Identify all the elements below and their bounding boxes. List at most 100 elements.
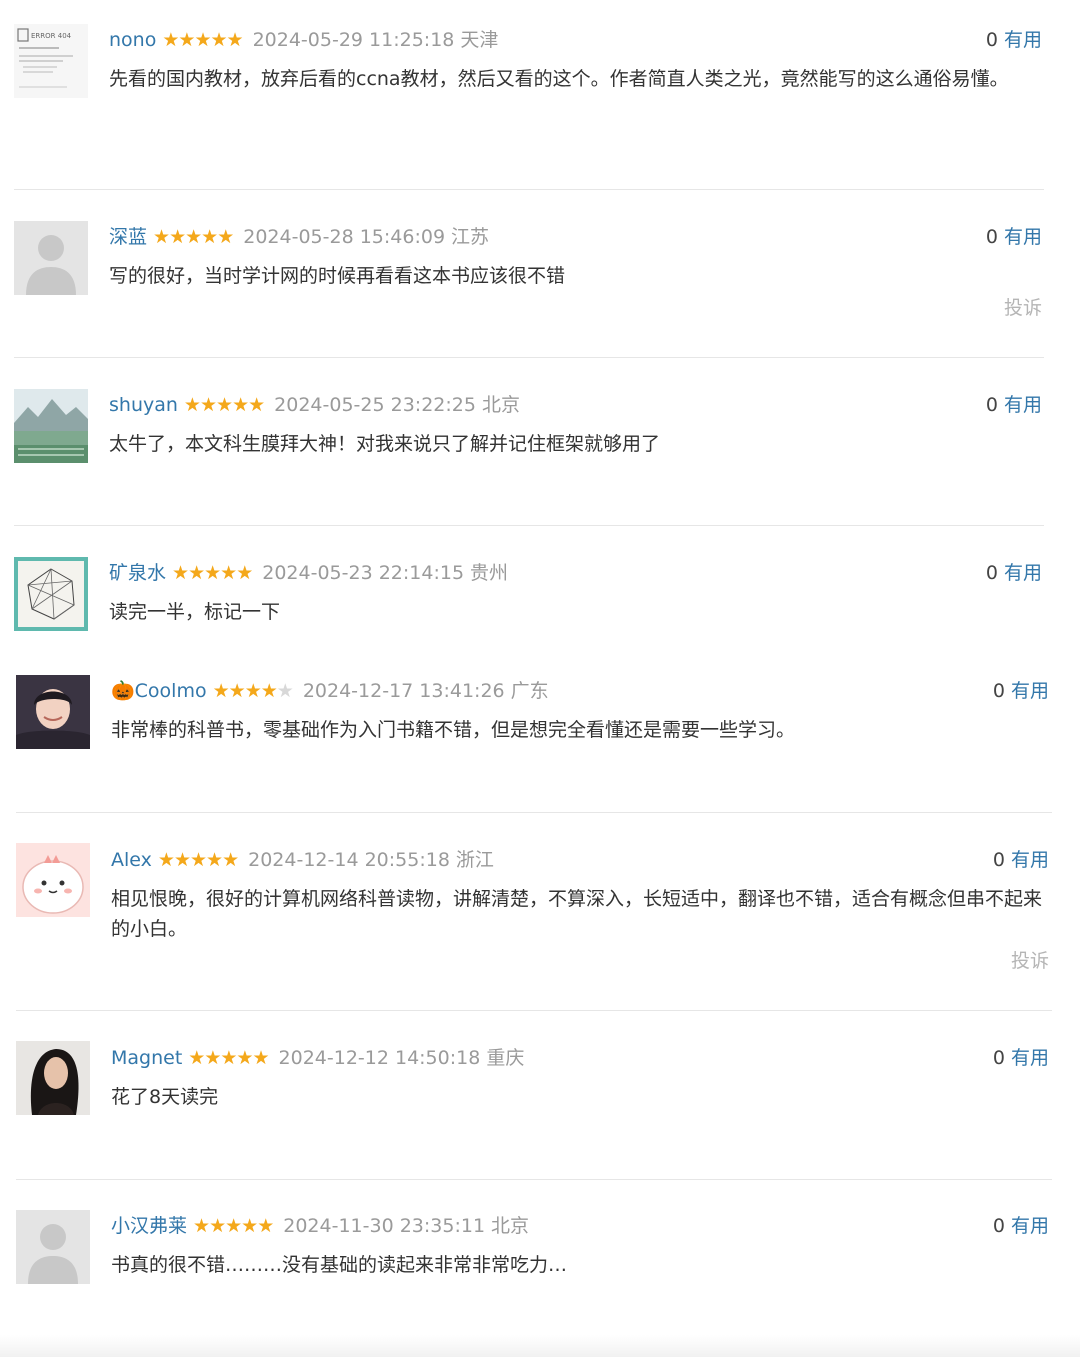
review-location: 北京 bbox=[481, 394, 520, 416]
avatar-caption: ERROR 404 bbox=[31, 32, 72, 40]
reviewer-name[interactable]: Alex bbox=[111, 848, 152, 872]
bottom-fade bbox=[0, 1335, 1080, 1357]
useful-vote[interactable]: 0 有用 bbox=[993, 1214, 1049, 1238]
useful-count: 0 bbox=[985, 394, 998, 416]
star-icon: ★ bbox=[189, 849, 207, 871]
reviewer-name[interactable]: 小汉弗莱 bbox=[111, 1214, 187, 1238]
star-icon: ★ bbox=[178, 29, 195, 51]
avatar[interactable] bbox=[14, 221, 88, 295]
useful-vote[interactable]: 0 有用 bbox=[993, 1046, 1049, 1070]
star-rating: ★ ★ ★ ★ ★ bbox=[172, 561, 253, 585]
divider bbox=[16, 1010, 1052, 1011]
review-text: 书真的很不错………没有基础的读起来非常非常吃力… bbox=[111, 1254, 568, 1276]
reviewer-name[interactable]: nono bbox=[109, 28, 156, 52]
star-icon: ★ bbox=[194, 29, 211, 51]
review-text: 读完一半，标记一下 bbox=[109, 601, 281, 623]
reviewer-name[interactable]: 矿泉水 bbox=[109, 561, 166, 585]
useful-count: 0 bbox=[992, 849, 1005, 871]
geometric-network-icon bbox=[14, 557, 88, 631]
star-icon: ★ bbox=[185, 226, 202, 248]
star-rating: ★ ★ ★ ★ ★ bbox=[162, 28, 243, 52]
review-location: 广东 bbox=[510, 680, 549, 702]
review-date: 2024-05-25 23:22:25 bbox=[274, 394, 476, 416]
reviewer-name[interactable]: 🎃Coolmo bbox=[111, 679, 207, 703]
useful-count: 0 bbox=[992, 1047, 1005, 1069]
star-icon: ★ bbox=[260, 680, 278, 702]
review-date: 2024-12-14 20:55:18 bbox=[248, 849, 450, 871]
error-page-thumbnail-icon: ERROR 404 bbox=[14, 24, 88, 98]
useful-button[interactable]: 有用 bbox=[1011, 1047, 1049, 1069]
review-text: 相见恨晚，很好的计算机网络科普读物，讲解清楚，不算深入，长短适中，翻译也不错，适… bbox=[111, 888, 1043, 940]
star-icon: ★ bbox=[201, 226, 218, 248]
star-icon: ★ bbox=[228, 680, 246, 702]
review-date: 2024-11-30 23:35:11 bbox=[283, 1215, 486, 1237]
useful-button[interactable]: 有用 bbox=[1011, 849, 1049, 871]
star-icon: ★ bbox=[276, 680, 294, 702]
avatar[interactable] bbox=[14, 389, 88, 463]
useful-button[interactable]: 有用 bbox=[1004, 29, 1042, 51]
star-icon: ★ bbox=[241, 1215, 258, 1237]
avatar[interactable] bbox=[16, 675, 90, 749]
star-icon: ★ bbox=[204, 562, 221, 584]
useful-count: 0 bbox=[992, 1215, 1005, 1237]
star-icon: ★ bbox=[257, 1215, 274, 1237]
star-icon: ★ bbox=[232, 394, 249, 416]
avatar[interactable] bbox=[16, 1041, 90, 1115]
star-icon: ★ bbox=[225, 1215, 242, 1237]
useful-vote[interactable]: 0 有用 bbox=[986, 225, 1042, 249]
star-icon: ★ bbox=[220, 562, 237, 584]
review-location: 江苏 bbox=[451, 226, 490, 248]
useful-button[interactable]: 有用 bbox=[1004, 226, 1042, 248]
review-location: 贵州 bbox=[470, 562, 509, 584]
person-silhouette-icon bbox=[16, 1210, 90, 1284]
star-icon: ★ bbox=[216, 394, 233, 416]
reviewer-name[interactable]: shuyan bbox=[109, 393, 178, 417]
review-date: 2024-05-29 11:25:18 bbox=[252, 29, 455, 51]
useful-count: 0 bbox=[992, 680, 1005, 702]
review-date: 2024-05-23 22:14:15 bbox=[262, 562, 465, 584]
useful-vote[interactable]: 0 有用 bbox=[993, 848, 1049, 872]
report-link[interactable]: 投诉 bbox=[1011, 946, 1049, 973]
star-icon: ★ bbox=[193, 1215, 210, 1237]
useful-vote[interactable]: 0 有用 bbox=[986, 561, 1042, 585]
reviewer-name[interactable]: Magnet bbox=[111, 1046, 182, 1070]
star-rating: ★ ★ ★ ★ ★ bbox=[157, 848, 239, 872]
report-link[interactable]: 投诉 bbox=[1004, 293, 1042, 320]
review-location: 天津 bbox=[460, 29, 499, 51]
useful-button[interactable]: 有用 bbox=[1004, 394, 1042, 416]
review-text: 写的很好，当时学计网的时候再看看这本书应该很不错 bbox=[109, 265, 566, 287]
useful-button[interactable]: 有用 bbox=[1011, 680, 1049, 702]
star-icon: ★ bbox=[157, 849, 175, 871]
star-icon: ★ bbox=[236, 562, 253, 584]
useful-vote[interactable]: 0 有用 bbox=[986, 28, 1042, 52]
divider bbox=[14, 357, 1044, 358]
avatar[interactable]: ERROR 404 bbox=[14, 24, 88, 98]
star-icon: ★ bbox=[188, 1047, 205, 1069]
person-silhouette-icon bbox=[14, 221, 88, 295]
review-date: 2024-05-28 15:46:09 bbox=[243, 226, 446, 248]
useful-vote[interactable]: 0 有用 bbox=[986, 393, 1042, 417]
star-icon: ★ bbox=[153, 226, 170, 248]
useful-vote[interactable]: 0 有用 bbox=[993, 679, 1049, 703]
divider bbox=[16, 1179, 1052, 1180]
useful-button[interactable]: 有用 bbox=[1004, 562, 1042, 584]
star-icon: ★ bbox=[172, 562, 189, 584]
review-date: 2024-12-17 13:41:26 bbox=[302, 680, 505, 702]
star-icon: ★ bbox=[199, 394, 217, 416]
useful-count: 0 bbox=[985, 226, 998, 248]
avatar[interactable] bbox=[16, 1210, 90, 1284]
star-icon: ★ bbox=[162, 29, 179, 51]
review-location: 重庆 bbox=[486, 1047, 525, 1069]
divider bbox=[14, 189, 1044, 190]
person-photo-avatar-icon bbox=[16, 1041, 90, 1115]
review-text: 先看的国内教材，放弃后看的ccna教材，然后又看的这个。作者简直人类之光，竟然能… bbox=[109, 68, 1009, 90]
useful-button[interactable]: 有用 bbox=[1011, 1215, 1049, 1237]
avatar[interactable] bbox=[16, 843, 90, 917]
star-rating: ★ ★ ★ ★ ★ bbox=[193, 1214, 274, 1238]
star-icon: ★ bbox=[209, 1215, 226, 1237]
reviewer-name[interactable]: 深蓝 bbox=[109, 225, 147, 249]
avatar[interactable] bbox=[14, 557, 88, 631]
divider bbox=[14, 525, 1044, 526]
star-icon: ★ bbox=[210, 29, 227, 51]
star-icon: ★ bbox=[252, 1047, 269, 1069]
